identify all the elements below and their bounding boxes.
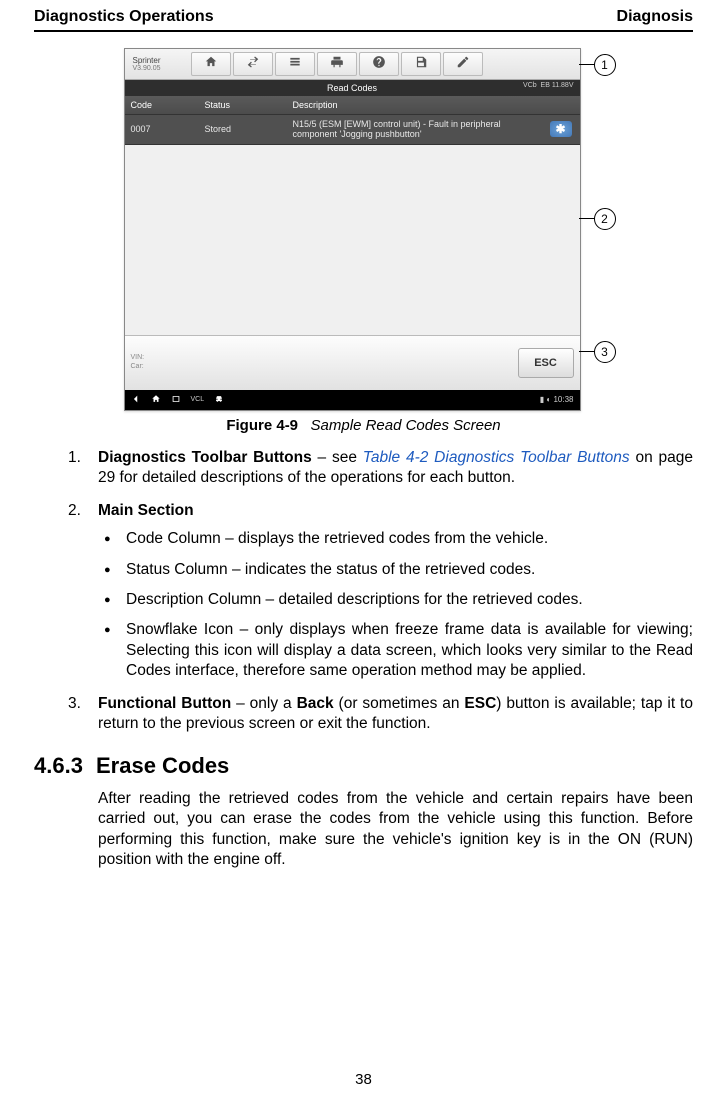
bullet-item: Code Column – displays the retrieved cod… bbox=[126, 529, 693, 549]
header-right: Diagnosis bbox=[617, 8, 693, 26]
device-screenshot: Sprinter V3.90.05 bbox=[124, 48, 581, 411]
print-icon bbox=[330, 55, 344, 74]
screen-title: Read Codes bbox=[327, 83, 377, 93]
figure: Sprinter V3.90.05 bbox=[124, 48, 604, 411]
bottom-bar: VIN: Car: ESC bbox=[125, 335, 580, 390]
table-header: Code Status Description bbox=[125, 96, 580, 115]
pencil-icon bbox=[456, 55, 470, 74]
esc-label: ESC bbox=[534, 357, 557, 369]
save-icon bbox=[414, 55, 428, 74]
bold-term: Back bbox=[297, 695, 334, 712]
callout-2: 2 bbox=[594, 208, 616, 230]
bold-term: Functional Button bbox=[98, 695, 231, 712]
cross-reference-link[interactable]: Table 4-2 Diagnostics Toolbar Buttons bbox=[363, 449, 630, 466]
snowflake-icon: ✱ bbox=[550, 121, 572, 137]
callout-3: 3 bbox=[594, 341, 616, 363]
app-name: Sprinter bbox=[133, 56, 161, 65]
print-button[interactable] bbox=[317, 52, 357, 76]
home-nav-icon[interactable] bbox=[151, 394, 161, 406]
swap-icon bbox=[246, 55, 260, 74]
cell-code: 0007 bbox=[125, 120, 199, 138]
bold-term: Main Section bbox=[98, 502, 194, 519]
list-item: Diagnostics Toolbar Buttons – see Table … bbox=[98, 448, 693, 489]
car-nav-icon[interactable] bbox=[214, 394, 224, 406]
callout-line bbox=[579, 64, 596, 65]
vci-nav-label: VCL bbox=[191, 396, 205, 403]
figure-number: Figure 4-9 bbox=[226, 417, 298, 434]
android-navbar: VCL ▮ ◐ 10:38 bbox=[125, 390, 580, 410]
col-code: Code bbox=[125, 96, 199, 114]
callout-line bbox=[579, 351, 596, 352]
cell-status: Stored bbox=[199, 120, 287, 138]
esc-button[interactable]: ESC bbox=[518, 348, 574, 378]
bold-term: Diagnostics Toolbar Buttons bbox=[98, 449, 312, 466]
vci-status: VCb EB 11.88V bbox=[523, 82, 573, 89]
section-title: Erase Codes bbox=[96, 753, 229, 778]
section-heading: 4.6.3Erase Codes bbox=[34, 753, 693, 779]
table-empty-area bbox=[125, 145, 580, 335]
header-left: Diagnostics Operations bbox=[34, 8, 214, 26]
page-header: Diagnostics Operations Diagnosis bbox=[34, 0, 693, 30]
callout-line bbox=[579, 218, 596, 219]
bold-term: ESC bbox=[464, 695, 496, 712]
app-version: V3.90.05 bbox=[133, 65, 189, 72]
figure-title: Sample Read Codes Screen bbox=[311, 417, 501, 434]
header-rule bbox=[34, 30, 693, 32]
home-button[interactable] bbox=[191, 52, 231, 76]
table-row[interactable]: 0007 Stored N15/5 (ESM [EWM] control uni… bbox=[125, 115, 580, 145]
screen-title-bar: Read Codes VCb EB 11.88V bbox=[125, 80, 580, 96]
figure-caption: Figure 4-9 Sample Read Codes Screen bbox=[34, 417, 693, 434]
help-icon bbox=[372, 55, 386, 74]
section-number: 4.6.3 bbox=[34, 753, 96, 779]
callout-1: 1 bbox=[594, 54, 616, 76]
list-item: Functional Button – only a Back (or some… bbox=[98, 694, 693, 735]
diag-toolbar: Sprinter V3.90.05 bbox=[125, 49, 580, 80]
data-log-button[interactable] bbox=[443, 52, 483, 76]
recents-icon[interactable] bbox=[171, 394, 181, 406]
home-icon bbox=[204, 55, 218, 74]
page-number: 38 bbox=[0, 1071, 727, 1088]
vin-info: VIN: Car: bbox=[131, 354, 145, 371]
cell-desc: N15/5 (ESM [EWM] control unit) - Fault i… bbox=[287, 115, 542, 144]
col-status: Status bbox=[199, 96, 287, 114]
snowflake-button[interactable]: ✱ bbox=[542, 117, 580, 141]
settings-icon bbox=[288, 55, 302, 74]
clock: ▮ ◐ 10:38 bbox=[540, 395, 574, 404]
data-button[interactable] bbox=[275, 52, 315, 76]
bullet-item: Status Column – indicates the status of … bbox=[126, 560, 693, 580]
help-button[interactable] bbox=[359, 52, 399, 76]
section-paragraph: After reading the retrieved codes from t… bbox=[34, 789, 693, 871]
list-item: Main Section Code Column – displays the … bbox=[98, 501, 693, 682]
save-button[interactable] bbox=[401, 52, 441, 76]
back-icon[interactable] bbox=[131, 394, 141, 406]
bullet-item: Description Column – detailed descriptio… bbox=[126, 590, 693, 610]
bullet-item: Snowflake Icon – only displays when free… bbox=[126, 620, 693, 681]
app-label: Sprinter V3.90.05 bbox=[129, 57, 189, 72]
col-desc: Description bbox=[287, 96, 580, 114]
vehicle-swap-button[interactable] bbox=[233, 52, 273, 76]
